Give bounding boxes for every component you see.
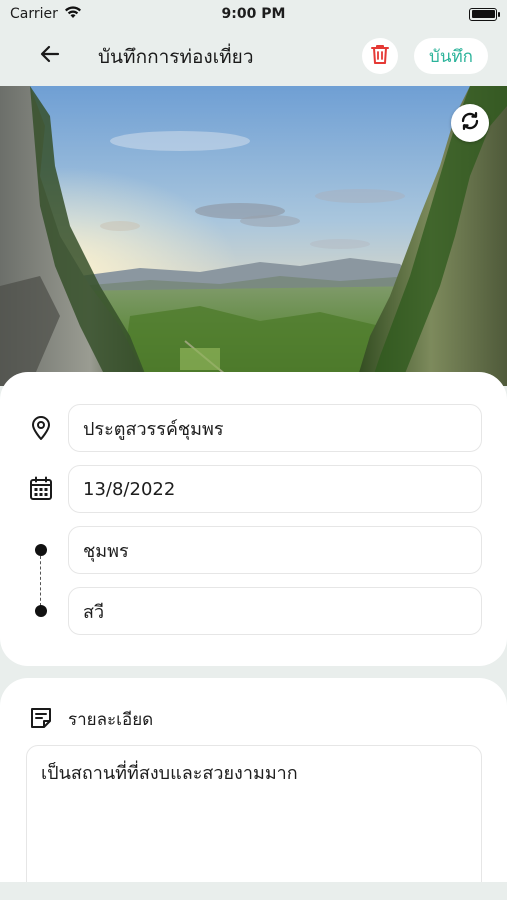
refresh-icon xyxy=(458,109,482,137)
page-title: บันทึกการท่องเที่ยว xyxy=(98,46,254,68)
back-button[interactable] xyxy=(34,40,66,72)
status-left: Carrier xyxy=(10,5,82,23)
nav-bar: บันทึกการท่องเที่ยว บันทึก xyxy=(0,28,507,86)
wifi-icon xyxy=(64,5,82,23)
delete-button[interactable] xyxy=(362,38,398,74)
bottom-edge xyxy=(0,882,507,900)
change-photo-button[interactable] xyxy=(451,104,489,142)
date-field[interactable]: 13/8/2022 xyxy=(68,465,482,513)
destination-field[interactable]: สวี xyxy=(68,587,482,635)
trash-icon xyxy=(370,43,390,69)
trip-photo xyxy=(0,86,507,386)
details-label: รายละเอียด xyxy=(68,710,154,730)
place-name-field[interactable]: ประตูสวรรค์ชุมพร xyxy=(68,404,482,452)
status-bar: Carrier 9:00 PM xyxy=(0,0,507,28)
battery-level xyxy=(471,10,495,18)
origin-field[interactable]: ชุมพร xyxy=(68,526,482,574)
carrier-label: Carrier xyxy=(10,6,58,22)
battery-icon xyxy=(469,7,500,21)
details-textarea[interactable]: เป็นสถานที่ที่สงบและสวยงามมาก xyxy=(26,745,482,900)
route-connector xyxy=(40,556,41,606)
note-icon xyxy=(26,703,56,733)
arrow-left-icon xyxy=(38,42,62,70)
destination-dot-icon xyxy=(35,605,47,617)
origin-dot-icon xyxy=(35,544,47,556)
save-button[interactable]: บันทึก xyxy=(414,38,488,74)
location-pin-icon xyxy=(26,413,56,443)
calendar-icon xyxy=(26,474,56,504)
